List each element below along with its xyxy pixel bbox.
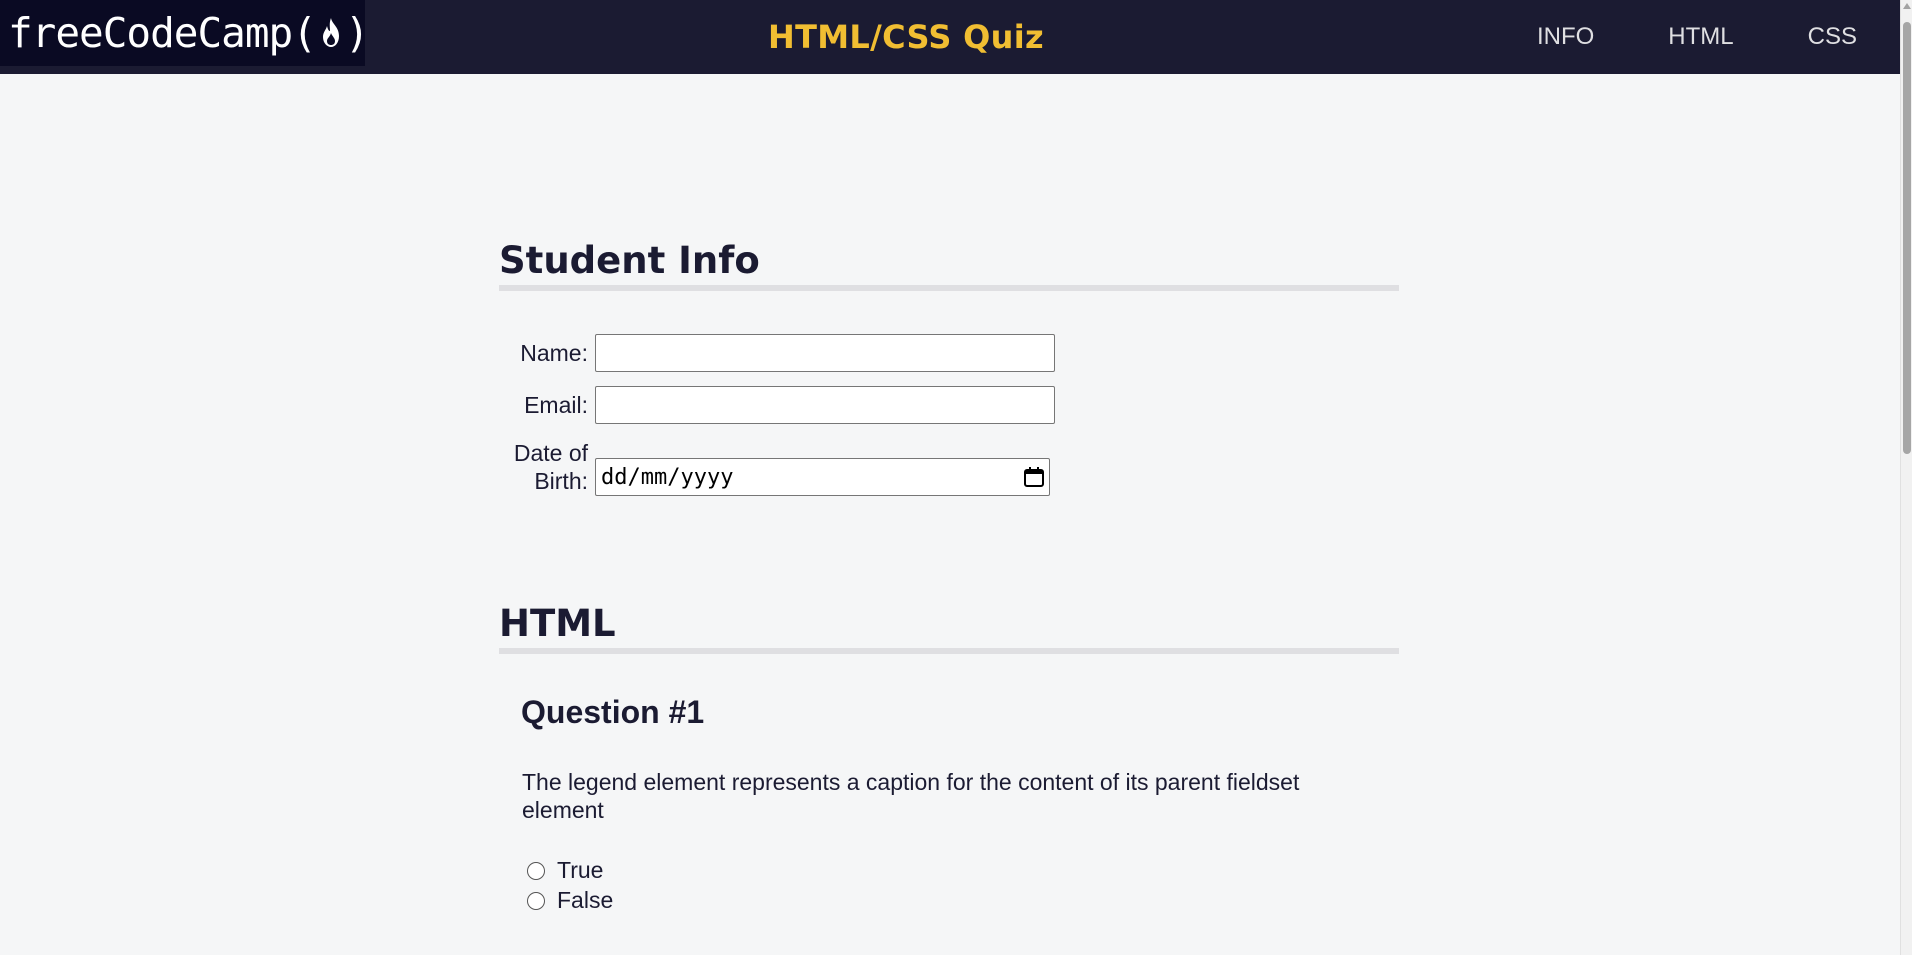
scrollbar-thumb[interactable] [1903, 22, 1911, 454]
question-1-option-false[interactable]: False [527, 887, 613, 914]
email-input[interactable] [595, 386, 1055, 424]
dob-date-input[interactable]: dd/mm/yyyy [595, 458, 1050, 496]
email-row: Email: [499, 386, 1055, 424]
html-section: HTML [499, 602, 1399, 654]
question-1-title: Question #1 [521, 694, 705, 730]
nav-link-css[interactable]: CSS [1808, 23, 1857, 51]
question-1-option-true[interactable]: True [527, 857, 603, 884]
student-info-section: Student Info [499, 239, 1399, 291]
dob-label-line2: Birth: [534, 468, 588, 494]
top-navbar: freeCodeCamp( ) HTML/CSS Quiz INFO HTML … [0, 0, 1900, 74]
dob-label: Date of Birth: [499, 439, 595, 495]
nav-link-html[interactable]: HTML [1668, 23, 1733, 51]
name-input[interactable] [595, 334, 1055, 372]
dob-label-line1: Date of [513, 440, 588, 466]
nav-link-info[interactable]: INFO [1537, 23, 1594, 51]
scroll-up-arrow-icon[interactable] [1903, 3, 1911, 9]
page-scrollbar[interactable] [1900, 0, 1912, 955]
calendar-icon[interactable] [1023, 466, 1045, 488]
name-row: Name: [499, 334, 1055, 372]
dob-placeholder: dd/mm/yyyy [601, 464, 734, 490]
name-label: Name: [520, 340, 588, 366]
header-nav: INFO HTML CSS [1463, 0, 1857, 74]
radio-false[interactable] [527, 891, 545, 910]
student-info-heading: Student Info [499, 239, 1399, 291]
radio-false-label[interactable]: False [557, 887, 613, 914]
radio-true-label[interactable]: True [557, 857, 603, 884]
quiz-page: freeCodeCamp( ) HTML/CSS Quiz INFO HTML … [0, 0, 1912, 955]
email-label: Email: [524, 392, 588, 418]
dob-row: Date of Birth: dd/mm/yyyy [499, 438, 1050, 496]
html-heading: HTML [499, 602, 1399, 654]
question-1-text: The legend element represents a caption … [522, 769, 1300, 823]
radio-true[interactable] [527, 861, 545, 880]
